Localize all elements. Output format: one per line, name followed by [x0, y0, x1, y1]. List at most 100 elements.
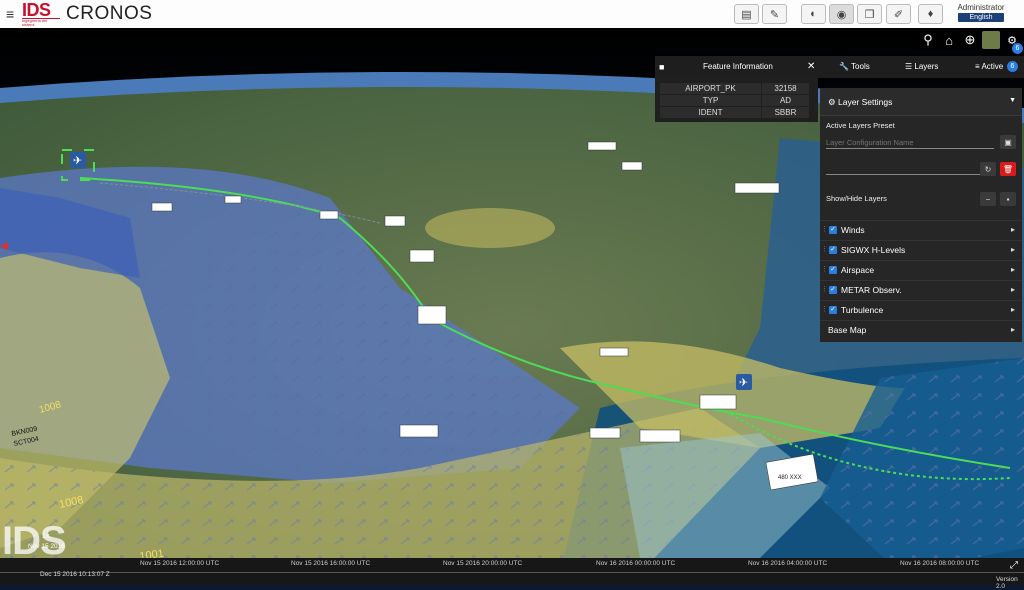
globe-icon[interactable]: ⊕ — [961, 31, 979, 49]
user-menu[interactable]: Administrator English — [951, 3, 1011, 22]
edit-button[interactable]: ✎ — [762, 4, 787, 24]
lightbulb-button[interactable]: ♦ — [918, 4, 943, 24]
layer-row-sigwx[interactable]: ⋮ ✓ SIGWX H-Levels ▸ — [820, 240, 1022, 260]
edit-icon: ✎ — [769, 8, 780, 21]
svg-text:✈: ✈ — [739, 376, 748, 389]
layer-name: SIGWX H-Levels — [841, 245, 906, 255]
timeline-tick: Nov 15 2016 16:00:00 UTC — [291, 560, 371, 567]
collapse-all-button[interactable]: − — [980, 192, 996, 206]
map-box-label: 480 XXX — [778, 475, 802, 481]
feature-key: AIRPORT_PK — [659, 82, 762, 95]
settings-badge: 6 — [1012, 43, 1023, 54]
minus-icon: − — [985, 194, 991, 204]
table-row: IDENT SBBR — [659, 106, 810, 119]
timeline-tick: Nov 15 2016 12:00:00 UTC — [140, 560, 220, 567]
drag-handle-icon[interactable]: ⋮ — [821, 225, 828, 233]
globe-flat-button[interactable]: ◐ — [801, 4, 826, 24]
copy-icon: ❐ — [864, 8, 875, 21]
briefcase-button[interactable]: ▤ — [734, 4, 759, 24]
top-bar: ≡ IDS ingegneria dei sistemi CRONOS ▤ ✎ … — [0, 0, 1024, 29]
tab-layers[interactable]: ☰ Layers — [905, 56, 938, 78]
preset-label: Active Layers Preset — [826, 121, 895, 130]
layer-checkbox[interactable]: ✓ — [829, 246, 837, 254]
feature-value: 32158 — [761, 82, 810, 95]
layer-config-name-input[interactable] — [826, 136, 994, 149]
tab-tools[interactable]: 🔧 Tools — [839, 56, 870, 78]
tab-active[interactable]: ≡ Active — [975, 56, 1003, 78]
globe-3d-icon: ◉ — [836, 8, 847, 21]
layers-icon: ☰ — [905, 62, 913, 71]
fullscreen-icon[interactable]: ⤢ — [1010, 560, 1018, 571]
drag-handle-icon[interactable]: ⋮ — [821, 265, 828, 273]
current-time: Dec 15 2016 10:13:07 Z — [40, 571, 110, 578]
feature-value: AD — [761, 94, 810, 107]
basemap-thumbnail-icon[interactable] — [982, 31, 1000, 49]
globe-3d-button[interactable]: ◉ — [829, 4, 854, 24]
drag-handle-icon[interactable]: ⋮ — [821, 285, 828, 293]
layer-row-turbulence[interactable]: ⋮ ✓ Turbulence ▸ — [820, 300, 1022, 320]
expand-all-button[interactable]: ▪ — [1000, 192, 1016, 206]
drag-handle-icon[interactable]: ⋮ — [821, 245, 828, 253]
hamburger-icon[interactable]: ≡ — [6, 6, 14, 22]
copy-button[interactable]: ❐ — [857, 4, 882, 24]
caret-down-icon: ▼ — [1009, 97, 1016, 104]
plus-icon: ▪ — [1006, 194, 1010, 204]
delete-preset-button[interactable]: 🗑 — [1000, 162, 1016, 176]
layer-row-airspace[interactable]: ⋮ ✓ Airspace ▸ — [820, 260, 1022, 280]
chevron-right-icon: ▸ — [1010, 245, 1015, 254]
speed-label: 1x — [42, 533, 50, 540]
home-icon[interactable]: ⌂ — [940, 31, 958, 49]
timeline-tick: Nov 16 2016 08:00:00 UTC — [900, 560, 980, 567]
gear-icon: ⚙ — [828, 97, 836, 107]
svg-text:✈: ✈ — [73, 154, 82, 167]
layer-row-basemap[interactable]: Base Map ▸ — [820, 320, 1022, 340]
layer-checkbox[interactable]: ✓ — [829, 286, 837, 294]
search-icon[interactable]: ⚲ — [919, 31, 937, 49]
chevron-right-icon: ▸ — [1010, 285, 1015, 294]
layer-checkbox[interactable]: ✓ — [829, 266, 837, 274]
timeline[interactable]: Nov 15 2016 12:00:00 UTC Nov 15 2016 16:… — [0, 558, 1024, 585]
logo-text: IDS — [22, 0, 51, 20]
logo-subtext: ingegneria dei sistemi — [22, 18, 60, 27]
chevron-right-icon: ▸ — [1010, 325, 1015, 334]
layer-settings-panel: ⚙ Layer Settings ▼ Active Layers Preset … — [820, 88, 1022, 342]
feature-info-table: AIRPORT_PK 32158 TYP AD IDENT SBBR — [659, 82, 810, 119]
chevron-right-icon: ▸ — [1010, 305, 1015, 314]
drag-handle-icon[interactable]: ⋮ — [821, 305, 828, 313]
layer-checkbox[interactable]: ✓ — [829, 226, 837, 234]
sliders-icon: ≡ — [975, 62, 980, 71]
wrench-icon: 🔧 — [839, 62, 849, 71]
layer-name: Airspace — [841, 265, 875, 275]
tab-layers-label: Layers — [914, 62, 939, 71]
layer-settings-header[interactable]: ⚙ Layer Settings ▼ — [820, 88, 1022, 116]
layer-checkbox[interactable]: ✓ — [829, 306, 837, 314]
preset-select[interactable] — [826, 162, 994, 175]
timeline-tick: Nov 16 2016 00:00:00 UTC — [596, 560, 676, 567]
table-row: AIRPORT_PK 32158 — [659, 82, 810, 95]
user-name: Administrator — [957, 3, 1005, 12]
panel-header: ■ Feature Information ✕ 🔧 Tools ☰ Layers… — [655, 56, 1024, 78]
tab-feature-information[interactable]: Feature Information — [703, 56, 773, 78]
layer-name: Winds — [841, 225, 865, 235]
layer-name: METAR Observ. — [841, 285, 902, 295]
layer-name: Base Map — [828, 325, 867, 335]
timeline-tick: Nov 15 2016 20:00:00 UTC — [443, 560, 523, 567]
close-icon[interactable]: ✕ — [807, 56, 815, 78]
chevron-right-icon: ▸ — [1010, 265, 1015, 274]
language-badge[interactable]: English — [958, 13, 1004, 22]
globe-flat-icon: ◐ — [810, 8, 817, 20]
layer-row-winds[interactable]: ⋮ ✓ Winds ▸ — [820, 220, 1022, 240]
aircraft-marker-right[interactable]: ✈ — [736, 374, 752, 390]
save-preset-button[interactable]: ▣ — [1000, 135, 1016, 149]
clock-date: Nov 15 2016 — [28, 543, 65, 550]
ids-logo: IDS ingegneria dei sistemi — [22, 0, 60, 27]
layer-row-metar[interactable]: ⋮ ✓ METAR Observ. ▸ — [820, 280, 1022, 300]
tab-tools-label: Tools — [851, 62, 870, 71]
trash-icon: 🗑 — [1002, 164, 1014, 174]
camera-icon: ■ — [659, 62, 665, 72]
reset-preset-button[interactable]: ↻ — [980, 162, 996, 176]
pencil-square-icon: ✐ — [893, 8, 904, 21]
timeline-tick: Nov 16 2016 04:00:00 UTC — [748, 560, 828, 567]
pencil-square-button[interactable]: ✐ — [886, 4, 911, 24]
layer-settings-title: Layer Settings — [838, 97, 893, 107]
